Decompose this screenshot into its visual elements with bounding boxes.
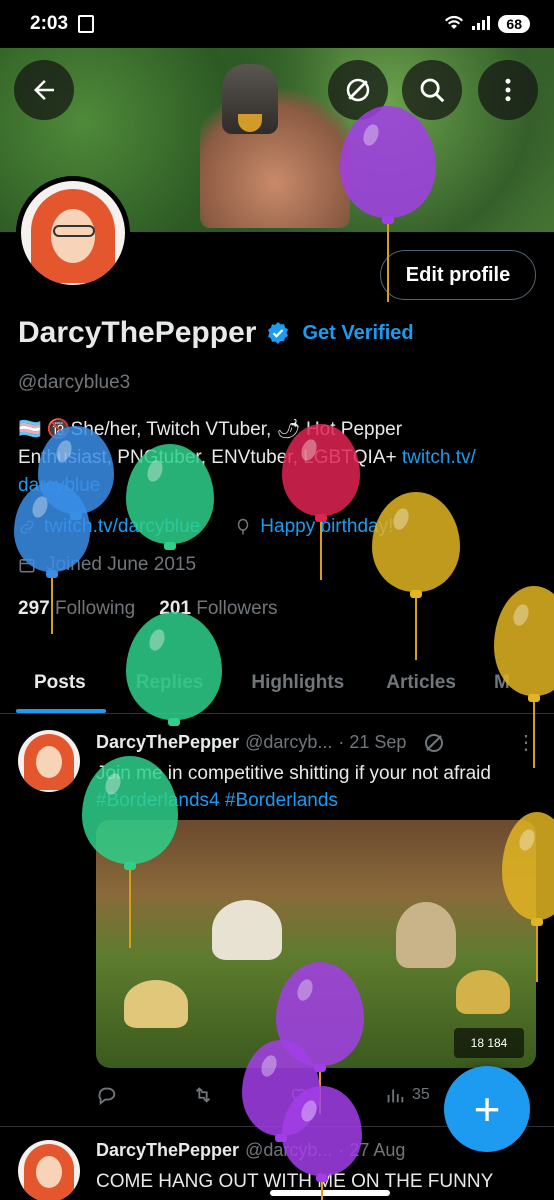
post-media-image[interactable]: 18 184 bbox=[96, 820, 536, 1068]
edit-profile-button[interactable]: Edit profile bbox=[380, 250, 536, 300]
status-time: 2:03 bbox=[30, 13, 69, 34]
profile-tabs: Posts Replies Highlights Articles M bbox=[0, 652, 554, 714]
plus-icon: + bbox=[473, 1083, 501, 1135]
calendar-icon bbox=[19, 558, 35, 573]
back-arrow-icon bbox=[34, 80, 54, 100]
follow-stats: 297 Following 201 Followers bbox=[18, 598, 278, 620]
game-hud: 18 184 bbox=[454, 1028, 524, 1058]
tab-highlights[interactable]: Highlights bbox=[233, 652, 368, 713]
joined-date: Joined June 2015 bbox=[46, 554, 197, 575]
compose-button[interactable]: + bbox=[444, 1066, 530, 1152]
profile-joined: Joined June 2015 bbox=[18, 554, 196, 576]
toilet-shape bbox=[396, 902, 456, 968]
post-text: Join me in competitive shitting if your … bbox=[96, 760, 526, 814]
post-more-icon[interactable]: ⋮ bbox=[516, 730, 536, 755]
repost-icon bbox=[195, 1087, 211, 1103]
post-date: · 21 Sep bbox=[338, 732, 407, 752]
bio-line-2: Enthusiast, PNGtuber, ENVtuber, LGBTQIA+ bbox=[18, 447, 402, 468]
hashtag-link[interactable]: #Borderlands bbox=[225, 790, 338, 811]
reply-button[interactable] bbox=[96, 1084, 192, 1106]
post-author-name[interactable]: DarcyThePepper bbox=[96, 732, 239, 753]
profile-website[interactable]: twitch.tv/darcyblue bbox=[18, 516, 200, 538]
tab-media[interactable]: M bbox=[480, 652, 510, 713]
tab-posts[interactable]: Posts bbox=[0, 652, 106, 713]
bio-link[interactable]: twitch.tv/ bbox=[402, 447, 476, 468]
post-author-handle: @darcyb... bbox=[245, 1140, 333, 1160]
post-author-name[interactable]: DarcyThePepper bbox=[96, 1140, 239, 1161]
grok-icon[interactable] bbox=[422, 731, 446, 755]
post-header: DarcyThePepper @darcyb... · 21 Sep ⋮ bbox=[96, 730, 536, 755]
post-avatar[interactable] bbox=[18, 730, 80, 792]
link-icon bbox=[20, 520, 34, 534]
battery-indicator: 68 bbox=[498, 15, 530, 33]
followers-link[interactable]: 201 Followers bbox=[159, 598, 277, 620]
followers-label: Followers bbox=[196, 598, 278, 619]
heart-icon bbox=[291, 1088, 307, 1104]
more-vertical-icon bbox=[505, 78, 511, 102]
following-count: 297 bbox=[18, 598, 50, 619]
status-bar: 2:03 68 bbox=[0, 0, 554, 48]
birthday-text: Happy birthday! bbox=[260, 516, 394, 537]
bucket-shape bbox=[456, 970, 510, 1014]
followers-count: 201 bbox=[159, 598, 191, 619]
following-link[interactable]: 297 Following bbox=[18, 598, 135, 620]
post-author-handle: @darcyb... bbox=[245, 732, 333, 752]
like-button[interactable] bbox=[288, 1084, 384, 1106]
banner-helmet bbox=[222, 64, 278, 134]
twitch-notification-icon bbox=[78, 15, 95, 33]
profile-name-row: DarcyThePepper Get Verified bbox=[18, 316, 414, 350]
grok-button[interactable] bbox=[328, 60, 388, 120]
profile-birthday: Happy birthday! bbox=[234, 516, 393, 538]
search-icon bbox=[420, 78, 445, 103]
profile-avatar[interactable] bbox=[16, 176, 130, 290]
profile-handle: @darcyblue3 bbox=[18, 372, 131, 393]
more-options-button[interactable] bbox=[478, 60, 538, 120]
hashtag-link[interactable]: #Borderlands4 bbox=[96, 790, 220, 811]
views-count: 35 bbox=[412, 1086, 430, 1103]
search-button[interactable] bbox=[402, 60, 462, 120]
bio-line-1: 🏳️‍⚧️ 🔞She/her, Twitch VTuber, 🌶 Hot Pep… bbox=[18, 419, 403, 440]
display-name: DarcyThePepper bbox=[18, 316, 257, 349]
following-label: Following bbox=[54, 598, 136, 619]
wifi-icon bbox=[444, 15, 464, 34]
bio-link-continued[interactable]: darcyblue bbox=[18, 472, 538, 500]
back-button[interactable] bbox=[14, 60, 74, 120]
avatar-image bbox=[21, 181, 125, 285]
status-icons: 68 bbox=[444, 15, 530, 34]
profile-meta-row: twitch.tv/darcyblue Happy birthday! bbox=[18, 516, 393, 538]
website-link[interactable]: twitch.tv/darcyblue bbox=[44, 516, 200, 538]
repost-button[interactable] bbox=[192, 1084, 288, 1106]
tab-replies[interactable]: Replies bbox=[106, 652, 234, 713]
grok-icon bbox=[346, 78, 370, 102]
balloon-icon bbox=[238, 518, 249, 535]
post-body: Join me in competitive shitting if your … bbox=[96, 763, 491, 784]
tab-articles[interactable]: Articles bbox=[368, 652, 480, 713]
reply-icon bbox=[98, 1087, 116, 1106]
signal-icon bbox=[472, 15, 491, 33]
verified-badge-icon bbox=[268, 322, 289, 344]
toilet-shape bbox=[212, 900, 282, 960]
profile-bio: 🏳️‍⚧️ 🔞She/her, Twitch VTuber, 🌶 Hot Pep… bbox=[18, 416, 538, 500]
gesture-bar bbox=[0, 1188, 554, 1200]
post-date: · 27 Aug bbox=[338, 1140, 406, 1160]
bucket-shape bbox=[124, 980, 188, 1028]
views-icon bbox=[387, 1089, 404, 1103]
get-verified-link[interactable]: Get Verified bbox=[302, 322, 413, 345]
